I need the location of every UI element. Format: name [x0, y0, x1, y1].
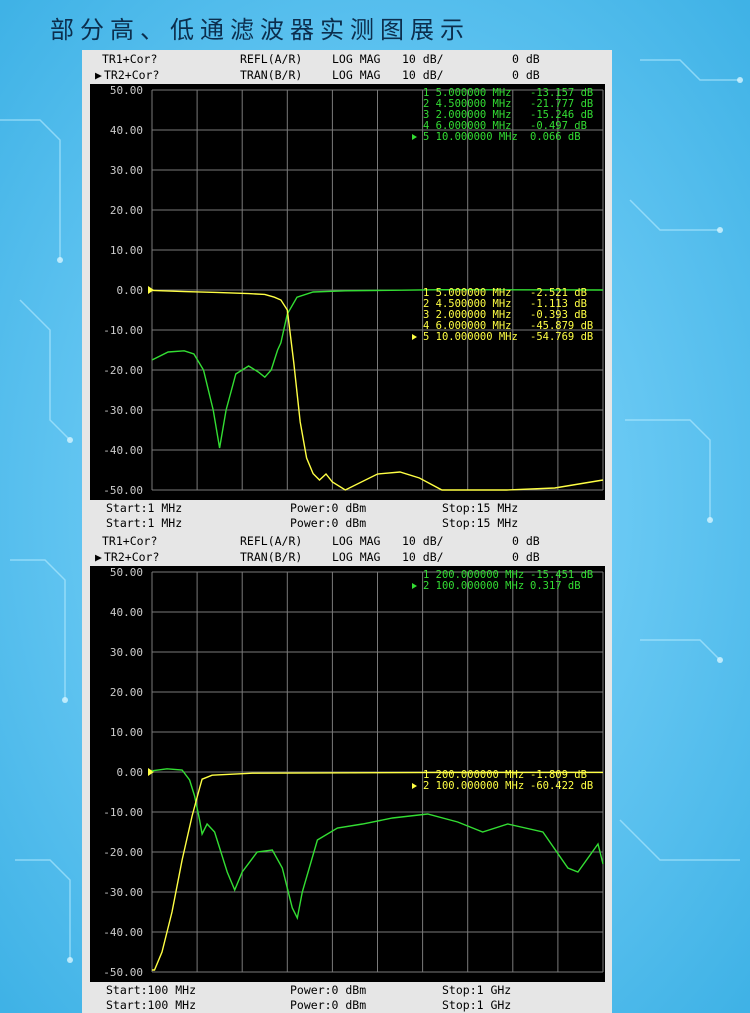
- marker-frequency: 5 10.000000 MHz: [423, 131, 518, 143]
- trace-label: TR1+Cor?: [102, 52, 158, 66]
- stop-frequency: Stop:15 MHz: [442, 516, 519, 530]
- sweep-footer-row: Start:1 MHz Power:0 dBm Stop:15 MHz: [82, 501, 612, 516]
- source-power: Power:0 dBm: [290, 983, 367, 997]
- y-tick-label: -40.00: [103, 926, 143, 939]
- reference-value: 0 dB: [512, 534, 540, 548]
- trace-header-row: ▶ TR2+Cor? TRAN(B/R) LOG MAG 10 dB/ 0 dB: [82, 549, 612, 565]
- active-marker-indicator: [412, 583, 417, 589]
- plot-screen: 50.00 40.00 30.00 20.00 10.00 0.00 -10.00 -20.0…: [90, 566, 605, 982]
- y-tick-label: 50.00: [110, 566, 143, 579]
- y-tick-label: -50.00: [103, 966, 143, 979]
- y-tick-label: 10.00: [110, 726, 143, 739]
- reference-value: 0 dB: [512, 52, 540, 66]
- y-tick-label: -20.00: [103, 364, 143, 377]
- y-tick-label: -10.00: [103, 806, 143, 819]
- measurement-mode: TRAN(B/R): [240, 550, 303, 564]
- plot-svg: 50.00 40.00 30.00 20.00 10.00 0.00 -10.00 -20.0…: [103, 84, 604, 497]
- display-format: LOG MAG: [332, 534, 381, 548]
- marker-frequency: 5 10.000000 MHz: [423, 331, 518, 343]
- y-tick-label: -40.00: [103, 444, 143, 457]
- reference-value: 0 dB: [512, 550, 540, 564]
- scale-value: 10 dB/: [402, 534, 444, 548]
- source-power: Power:0 dBm: [290, 516, 367, 530]
- sweep-footer-row: Start:100 MHz Power:0 dBm Stop:1 GHz: [82, 998, 612, 1013]
- source-power: Power:0 dBm: [290, 501, 367, 515]
- start-frequency: Start:1 MHz: [106, 501, 183, 515]
- y-tick-label: -30.00: [103, 886, 143, 899]
- reference-level-marker: [148, 768, 154, 776]
- plot-svg: 50.00 40.00 30.00 20.00 10.00 0.00 -10.00 -20.0…: [103, 566, 604, 979]
- y-tick-label: 30.00: [110, 164, 143, 177]
- sweep-footer-row: Start:1 MHz Power:0 dBm Stop:15 MHz: [82, 516, 612, 531]
- plot-screen: 50.00 40.00 30.00 20.00 10.00 0.00 -10.00 -20.0…: [90, 84, 605, 500]
- scale-value: 10 dB/: [402, 550, 444, 564]
- source-power: Power:0 dBm: [290, 998, 367, 1012]
- display-format: LOG MAG: [332, 52, 381, 66]
- trace-label: TR2+Cor?: [104, 550, 160, 564]
- y-tick-label: 30.00: [110, 646, 143, 659]
- page-title: 部分高、低通滤波器实测图展示: [50, 16, 470, 44]
- reference-value: 0 dB: [512, 68, 540, 82]
- active-marker-indicator: [412, 783, 417, 789]
- y-tick-label: -20.00: [103, 846, 143, 859]
- measurement-mode: REFL(A/R): [240, 52, 303, 66]
- trace-label: TR2+Cor?: [104, 68, 160, 82]
- marker-frequency: 2 100.000000 MHz: [423, 580, 524, 592]
- analyzer-panel-highpass: TR1+Cor? REFL(A/R) LOG MAG 10 dB/ 0 dB ▶…: [82, 532, 612, 1013]
- marker-value: -54.769 dB: [530, 331, 593, 343]
- y-tick-label: 40.00: [110, 606, 143, 619]
- y-tick-label: 50.00: [110, 84, 143, 97]
- active-marker-indicator: [412, 134, 417, 140]
- active-trace-indicator: ▶: [95, 68, 102, 82]
- y-tick-label: 0.00: [117, 284, 144, 297]
- y-tick-label: 10.00: [110, 244, 143, 257]
- stop-frequency: Stop:1 GHz: [442, 998, 512, 1012]
- trace-header-row: ▶ TR2+Cor? TRAN(B/R) LOG MAG 10 dB/ 0 dB: [82, 67, 612, 83]
- active-marker-indicator: [412, 334, 417, 340]
- measurement-mode: REFL(A/R): [240, 534, 303, 548]
- start-frequency: Start:100 MHz: [106, 998, 197, 1012]
- y-tick-label: -50.00: [103, 484, 143, 497]
- start-frequency: Start:1 MHz: [106, 516, 183, 530]
- sweep-footer-row: Start:100 MHz Power:0 dBm Stop:1 GHz: [82, 983, 612, 998]
- y-tick-label: -10.00: [103, 324, 143, 337]
- active-trace-indicator: ▶: [95, 550, 102, 564]
- y-tick-label: 20.00: [110, 686, 143, 699]
- trace-header-row: TR1+Cor? REFL(A/R) LOG MAG 10 dB/ 0 dB: [82, 533, 612, 549]
- marker-value: 0.317 dB: [530, 580, 581, 592]
- marker-value: 0.066 dB: [530, 131, 581, 143]
- measurement-mode: TRAN(B/R): [240, 68, 303, 82]
- scale-value: 10 dB/: [402, 68, 444, 82]
- y-tick-label: 0.00: [117, 766, 144, 779]
- y-tick-label: 40.00: [110, 124, 143, 137]
- stop-frequency: Stop:1 GHz: [442, 983, 512, 997]
- marker-frequency: 2 100.000000 MHz: [423, 780, 524, 792]
- marker-value: -60.422 dB: [530, 780, 593, 792]
- trace-label: TR1+Cor?: [102, 534, 158, 548]
- display-format: LOG MAG: [332, 68, 381, 82]
- start-frequency: Start:100 MHz: [106, 983, 197, 997]
- analyzer-panel-lowpass: TR1+Cor? REFL(A/R) LOG MAG 10 dB/ 0 dB ▶…: [82, 50, 612, 532]
- y-tick-label: -30.00: [103, 404, 143, 417]
- display-format: LOG MAG: [332, 550, 381, 564]
- trace-header-row: TR1+Cor? REFL(A/R) LOG MAG 10 dB/ 0 dB: [82, 51, 612, 67]
- scale-value: 10 dB/: [402, 52, 444, 66]
- y-tick-label: 20.00: [110, 204, 143, 217]
- stop-frequency: Stop:15 MHz: [442, 501, 519, 515]
